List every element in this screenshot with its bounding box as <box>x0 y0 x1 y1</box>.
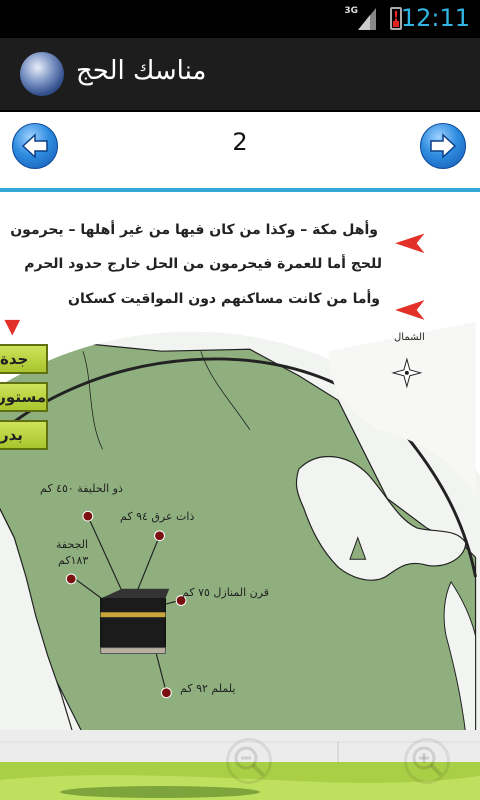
status-bar: 3G ! 12:11 <box>0 0 480 38</box>
zoom-out-button[interactable] <box>226 738 272 784</box>
text-line-1: وأهل مكة – وكذا من كان فيها من غير أهلها… <box>10 222 378 238</box>
place-yalamlam: يلملم ٩٢ كم <box>180 682 236 695</box>
north-label: الشمال <box>394 332 425 343</box>
place-al-juhfah-distance: ١٨٣كم <box>58 554 89 567</box>
map-tab-jeddah: جدة <box>0 344 48 374</box>
next-page-button[interactable] <box>420 123 466 169</box>
page-number: 2 <box>232 128 248 156</box>
network-type: 3G <box>344 6 358 16</box>
zoom-in-icon <box>412 746 443 777</box>
app-title: مناسك الحج <box>76 56 207 86</box>
status-time: 12:11 <box>400 4 470 32</box>
app-logo-icon[interactable] <box>20 52 64 96</box>
page-image[interactable]: وأهل مكة – وكذا من كان فيها من غير أهلها… <box>0 192 480 800</box>
zoom-out-icon <box>234 746 265 777</box>
place-dhat-irq: ذات عرق ٩٤ كم <box>120 510 195 523</box>
text-line-2: للحج أما للعمرة فيحرمون من الحل خارج حدو… <box>24 256 382 272</box>
map-tab-badr: بدر <box>0 420 48 450</box>
place-al-juhfah: الجحفة <box>56 538 89 551</box>
action-bar: مناسك الحج <box>0 38 480 112</box>
place-dhul-hulayfah: ذو الحليفة ٤٥٠ كم <box>40 482 123 495</box>
text-line-3: وأما من كانت مساكنهم دون المواقيت كسكان <box>68 291 380 307</box>
arrow-right-icon <box>430 133 457 159</box>
place-qarn-al-manazil: قرن المنازل ٧٥ كم <box>182 586 270 599</box>
zoom-in-button[interactable] <box>404 738 450 784</box>
signal-icon <box>358 8 376 30</box>
miqat-map <box>0 204 480 734</box>
map-tab-mastura: مستورة <box>0 382 48 412</box>
page-navigation: 2 <box>0 112 480 190</box>
